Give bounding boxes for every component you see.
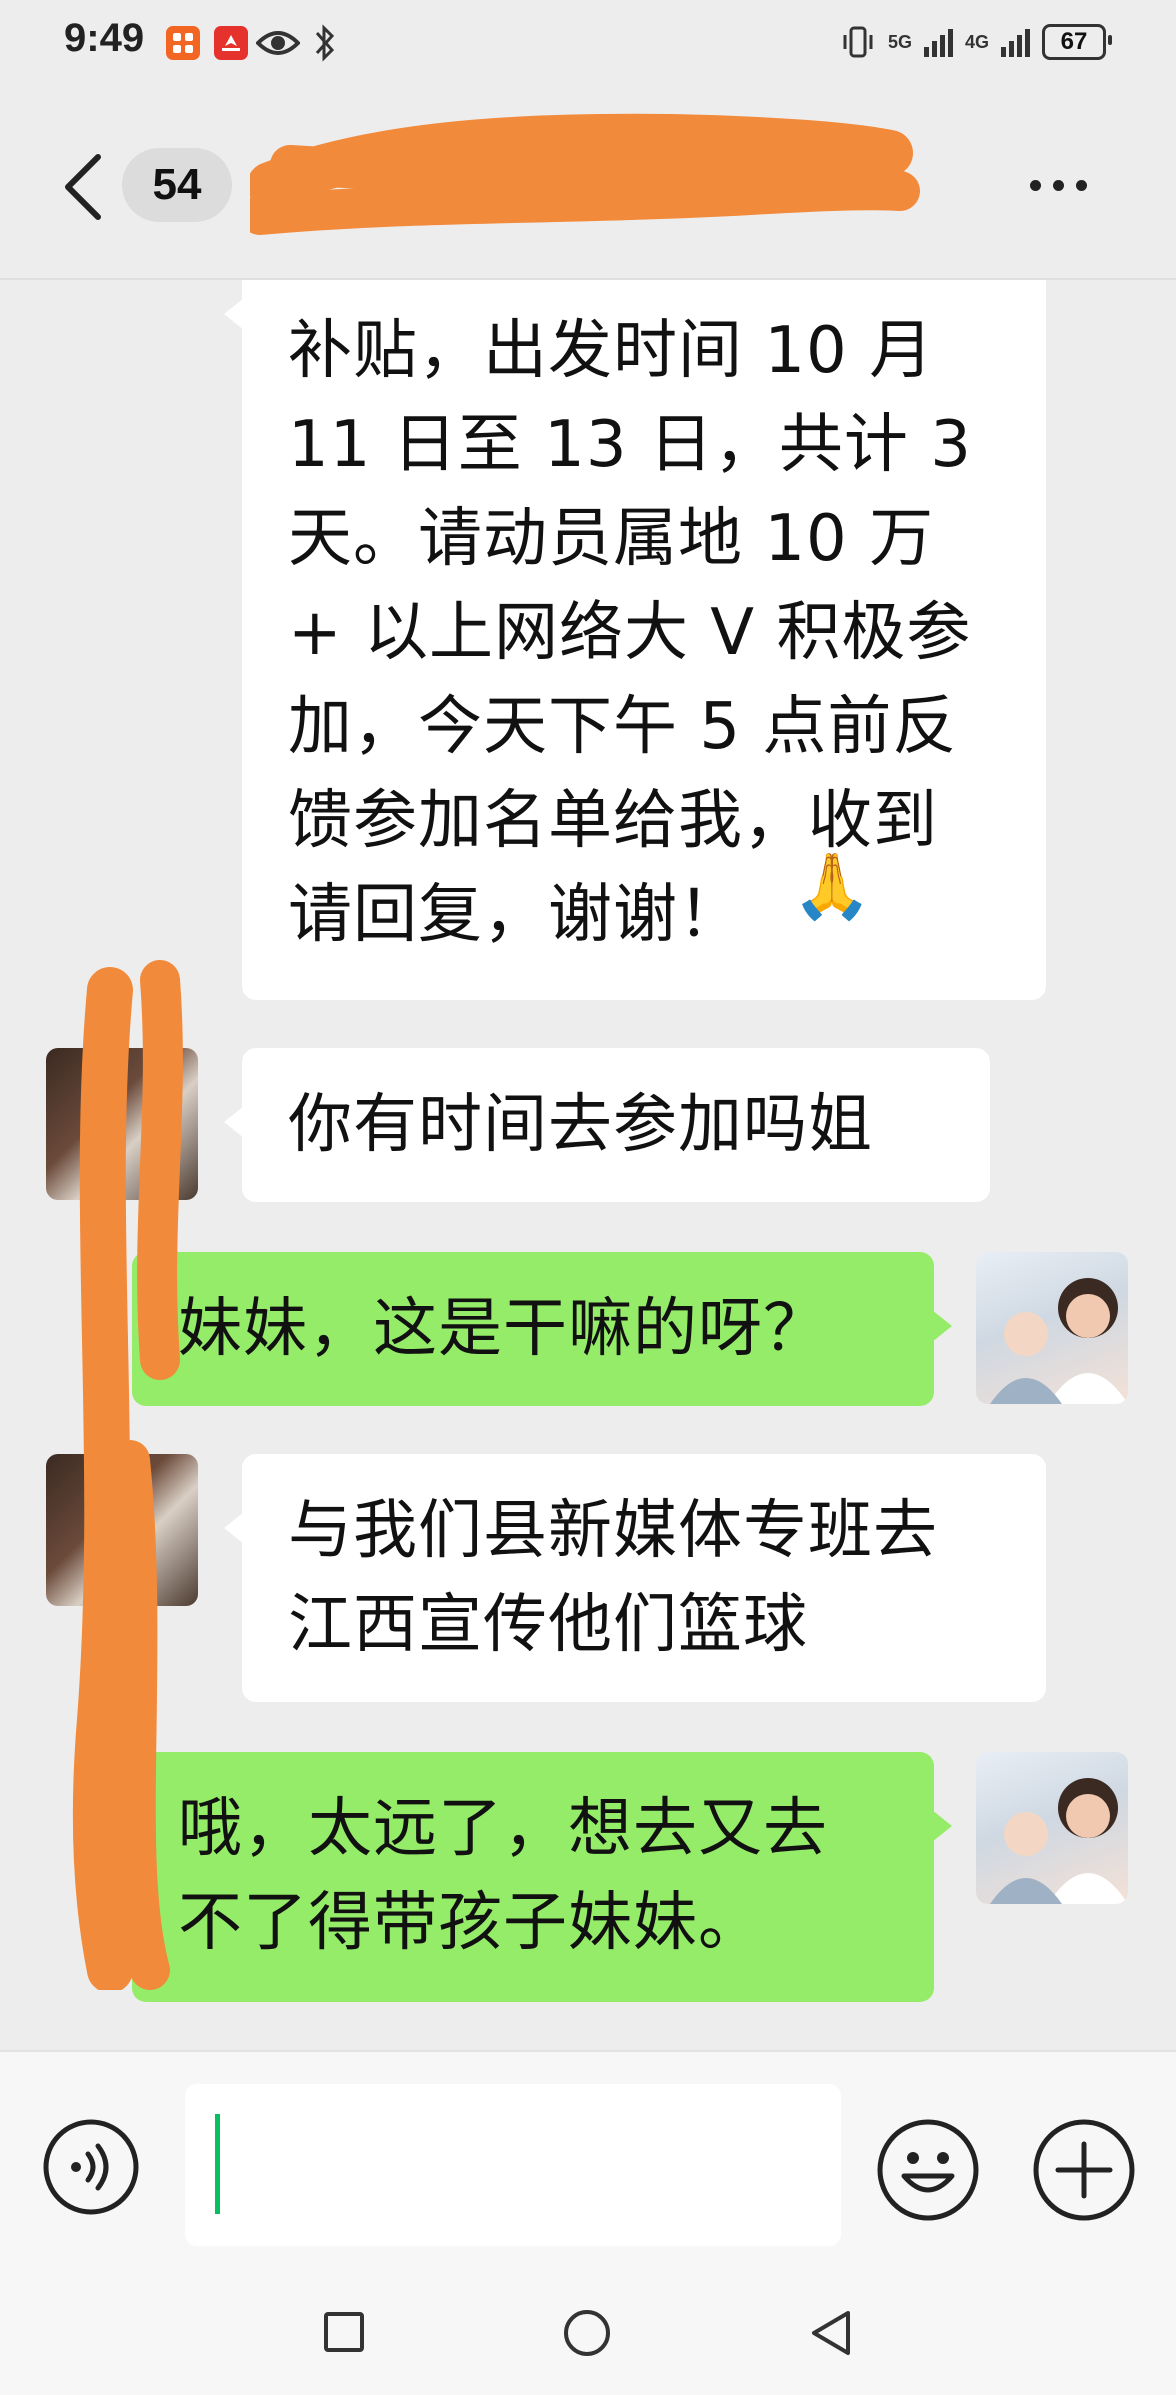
message-bubble-incoming[interactable]: 你有时间去参加吗姐: [224, 1048, 990, 1202]
home-icon[interactable]: [562, 2308, 612, 2358]
network-5g-label: 5G: [887, 31, 912, 52]
system-nav-bar: [0, 2280, 1176, 2395]
message-text: 与我们县新媒体专班去 江西宣传他们篮球: [288, 1494, 938, 1662]
input-bar: [0, 2050, 1176, 2282]
message-bubble-incoming[interactable]: 补贴，出发时间 10 月 11 日至 13 日，共计 3 天。请动员属地 10 …: [224, 280, 1046, 1000]
avatar[interactable]: [976, 1752, 1128, 1904]
status-time: 9:49: [64, 16, 145, 60]
message-text: 你有时间去参加吗姐: [288, 1088, 873, 1162]
folded-hands-emoji: 🙏: [792, 850, 873, 924]
eye-icon: [256, 31, 300, 55]
unread-count-badge[interactable]: 54: [122, 148, 232, 222]
plus-icon[interactable]: [1032, 2118, 1136, 2222]
message-list[interactable]: 补贴，出发时间 10 月 11 日至 13 日，共计 3 天。请动员属地 10 …: [0, 280, 1176, 2050]
battery-icon: 67: [1042, 24, 1112, 60]
huawei-app-icon: [214, 26, 248, 60]
message-text: 补贴，出发时间 10 月 11 日至 13 日，共计 3 天。请动员属地 10 …: [288, 314, 972, 952]
text-caret: [215, 2114, 220, 2214]
bluetooth-icon: [315, 24, 335, 62]
status-bar: 9:49 5G 4G 67: [0, 0, 1176, 90]
signal-icon: [923, 27, 953, 57]
status-right-cluster: 5G 4G 67: [840, 24, 1112, 60]
battery-level: 67: [1060, 28, 1088, 55]
voice-icon[interactable]: [42, 2118, 140, 2216]
message-bubble-outgoing[interactable]: 妹妹，这是干嘛的呀？: [132, 1252, 952, 1406]
back-triangle-icon[interactable]: [808, 2308, 854, 2358]
message-bubble-outgoing[interactable]: 哦，太远了，想去又去 不了得带孩子妹妹。: [132, 1752, 952, 2002]
app-icon-orange: [166, 26, 200, 60]
signal-icon-2: [1001, 27, 1030, 57]
message-bubble-incoming[interactable]: 与我们县新媒体专班去 江西宣传他们篮球: [224, 1454, 1046, 1702]
message-text: 哦，太远了，想去又去 不了得带孩子妹妹。: [178, 1792, 828, 1960]
network-4g-label: 4G: [964, 31, 989, 52]
redaction-scribble: [250, 113, 920, 235]
message-text: 妹妹，这是干嘛的呀？: [178, 1292, 828, 1366]
more-options-button[interactable]: [1030, 180, 1087, 191]
emoji-icon[interactable]: [876, 2118, 980, 2222]
avatar[interactable]: [976, 1252, 1128, 1404]
more-dots-icon: [1030, 180, 1041, 191]
redaction-scribble: [72, 960, 183, 1990]
message-input[interactable]: [185, 2084, 841, 2246]
recent-apps-icon[interactable]: [322, 2310, 366, 2354]
vibrate-icon: [843, 26, 873, 58]
chat-header: 54: [0, 90, 1176, 280]
chevron-left-icon[interactable]: [58, 152, 108, 222]
